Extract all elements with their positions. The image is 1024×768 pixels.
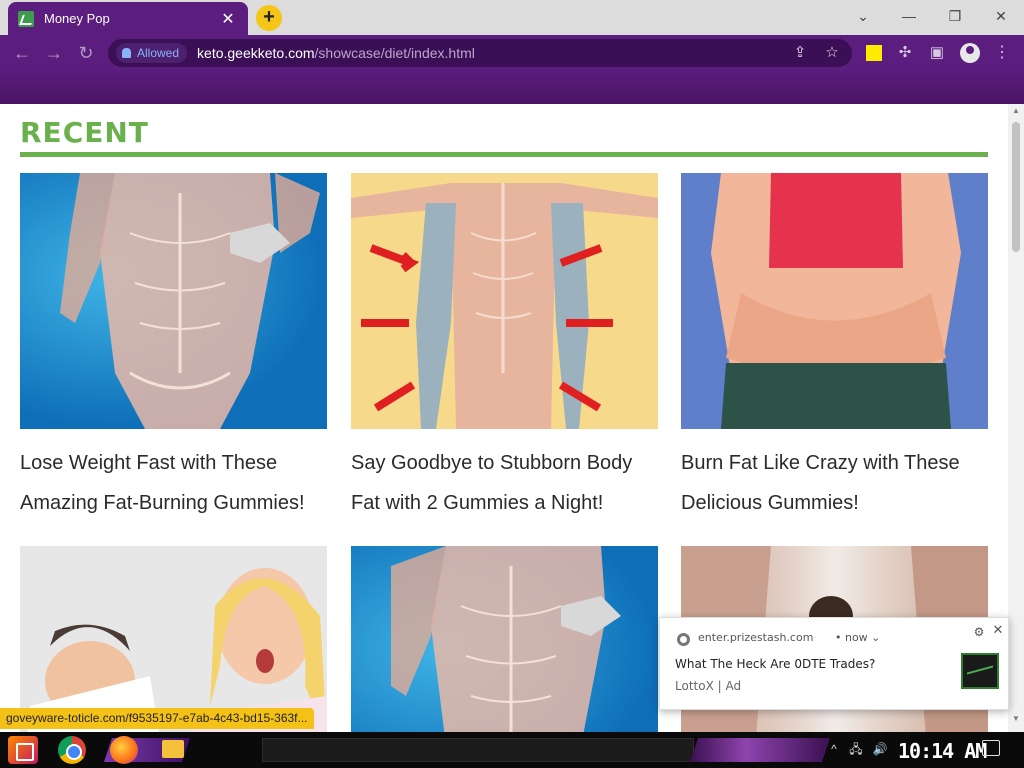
- close-window-button[interactable]: ✕: [978, 4, 1024, 28]
- taskbar-center-area: [262, 738, 694, 762]
- body-contour-arrows-illustration: [351, 183, 658, 429]
- back-button[interactable]: ←: [10, 41, 34, 65]
- bookmark-star-icon[interactable]: ☆: [822, 43, 842, 63]
- heading-divider: [20, 152, 988, 157]
- url-host: keto.geekketo.com: [197, 45, 315, 61]
- tab-money-pop[interactable]: Money Pop ✕: [8, 2, 248, 35]
- site-header-banner: [0, 71, 1024, 104]
- taskbar-clock[interactable]: 10:14 AM: [898, 739, 987, 763]
- extensions-icon[interactable]: ✣: [894, 41, 916, 65]
- scroll-up-icon[interactable]: ▲: [1008, 104, 1024, 118]
- card-thumbnail[interactable]: [351, 546, 658, 732]
- push-notification[interactable]: enter.prizestash.com • now ⌄ ⚙ ✕ What Th…: [659, 617, 1009, 710]
- share-icon[interactable]: ⇪: [790, 43, 810, 63]
- tab-title: Money Pop: [44, 11, 110, 26]
- card-title[interactable]: Say Goodbye to Stubborn Body Fat with 2 …: [351, 443, 658, 523]
- notification-title: What The Heck Are 0DTE Trades?: [675, 657, 876, 671]
- status-bar-url: goveyware-toticle.com/f9535197-e7ab-4c43…: [0, 708, 314, 729]
- browser-window: Money Pop ✕ + ⌄ — ❐ ✕ ← → ↻ Allowed keto…: [0, 0, 1024, 732]
- tab-close-icon[interactable]: ✕: [218, 9, 238, 29]
- url-path: /showcase/diet/index.html: [314, 45, 475, 61]
- reload-button[interactable]: ↻: [74, 41, 98, 65]
- notification-origin: enter.prizestash.com: [698, 631, 814, 644]
- tab-strip: Money Pop ✕ + ⌄ — ❐ ✕: [0, 0, 1024, 35]
- bell-icon: [122, 48, 131, 58]
- side-panel-icon[interactable]: ▣: [926, 41, 948, 65]
- minimize-button[interactable]: —: [886, 4, 932, 28]
- notification-permission-chip[interactable]: Allowed: [116, 43, 188, 63]
- browser-menu-icon[interactable]: ⋮: [994, 41, 1010, 65]
- article-card[interactable]: [351, 546, 658, 732]
- chrome-icon: [677, 633, 690, 646]
- trading-chart-thumbnail: [961, 653, 999, 689]
- new-tab-button[interactable]: +: [256, 5, 282, 31]
- taskbar: ^ 🖧 🔊 10:14 AM: [0, 732, 1024, 768]
- action-center-icon[interactable]: [982, 740, 1000, 756]
- card-thumbnail[interactable]: [681, 173, 988, 429]
- chrome-taskbar-icon[interactable]: [58, 736, 86, 764]
- notification-time[interactable]: • now ⌄: [835, 631, 880, 644]
- page-scrollbar[interactable]: ▲ ▼: [1008, 104, 1024, 732]
- card-title[interactable]: Lose Weight Fast with These Amazing Fat-…: [20, 443, 327, 523]
- yellow-extension-icon[interactable]: [866, 45, 882, 61]
- card-thumbnail[interactable]: [351, 173, 658, 429]
- tab-search-icon[interactable]: ⌄: [840, 4, 886, 28]
- surprised-couple-cartoon: [27, 568, 327, 732]
- url-text[interactable]: keto.geekketo.com/showcase/diet/index.ht…: [197, 45, 475, 61]
- file-explorer-icon[interactable]: [162, 740, 184, 758]
- forward-button[interactable]: →: [42, 41, 66, 65]
- scrollbar-thumb[interactable]: [1012, 122, 1020, 252]
- article-card[interactable]: Lose Weight Fast with These Amazing Fat-…: [20, 173, 327, 523]
- address-bar[interactable]: Allowed keto.geekketo.com/showcase/diet/…: [108, 39, 852, 67]
- card-thumbnail[interactable]: [20, 173, 327, 429]
- card-title[interactable]: Burn Fat Like Crazy with These Delicious…: [681, 443, 988, 523]
- article-card[interactable]: [20, 546, 327, 732]
- article-card[interactable]: Say Goodbye to Stubborn Body Fat with 2 …: [351, 173, 658, 523]
- notification-subtitle: LottoX | Ad: [675, 679, 742, 693]
- scroll-down-icon[interactable]: ▼: [1008, 712, 1024, 726]
- belly-fat-illustration: [711, 173, 961, 429]
- start-button[interactable]: [8, 736, 38, 764]
- restore-button[interactable]: ❐: [932, 4, 978, 28]
- tray-chevron-icon[interactable]: ^: [826, 741, 842, 757]
- volume-icon[interactable]: 🔊: [872, 741, 888, 757]
- section-heading: RECENT: [20, 116, 149, 149]
- profile-avatar-icon[interactable]: [960, 43, 980, 63]
- close-icon[interactable]: ✕: [991, 624, 1005, 638]
- muscular-torso-illustration: [60, 173, 320, 429]
- money-pop-favicon-icon: [18, 10, 34, 27]
- network-icon[interactable]: 🖧: [848, 741, 864, 757]
- card-thumbnail[interactable]: [20, 546, 327, 732]
- article-card[interactable]: Burn Fat Like Crazy with These Delicious…: [681, 173, 988, 523]
- firefox-taskbar-icon[interactable]: [110, 736, 138, 764]
- permission-chip-label: Allowed: [137, 46, 180, 60]
- gear-icon[interactable]: ⚙: [972, 625, 986, 639]
- browser-toolbar: ← → ↻ Allowed keto.geekketo.com/showcase…: [0, 35, 1024, 71]
- muscular-torso-illustration: [391, 546, 621, 732]
- taskbar-theme-decoration: [690, 738, 830, 762]
